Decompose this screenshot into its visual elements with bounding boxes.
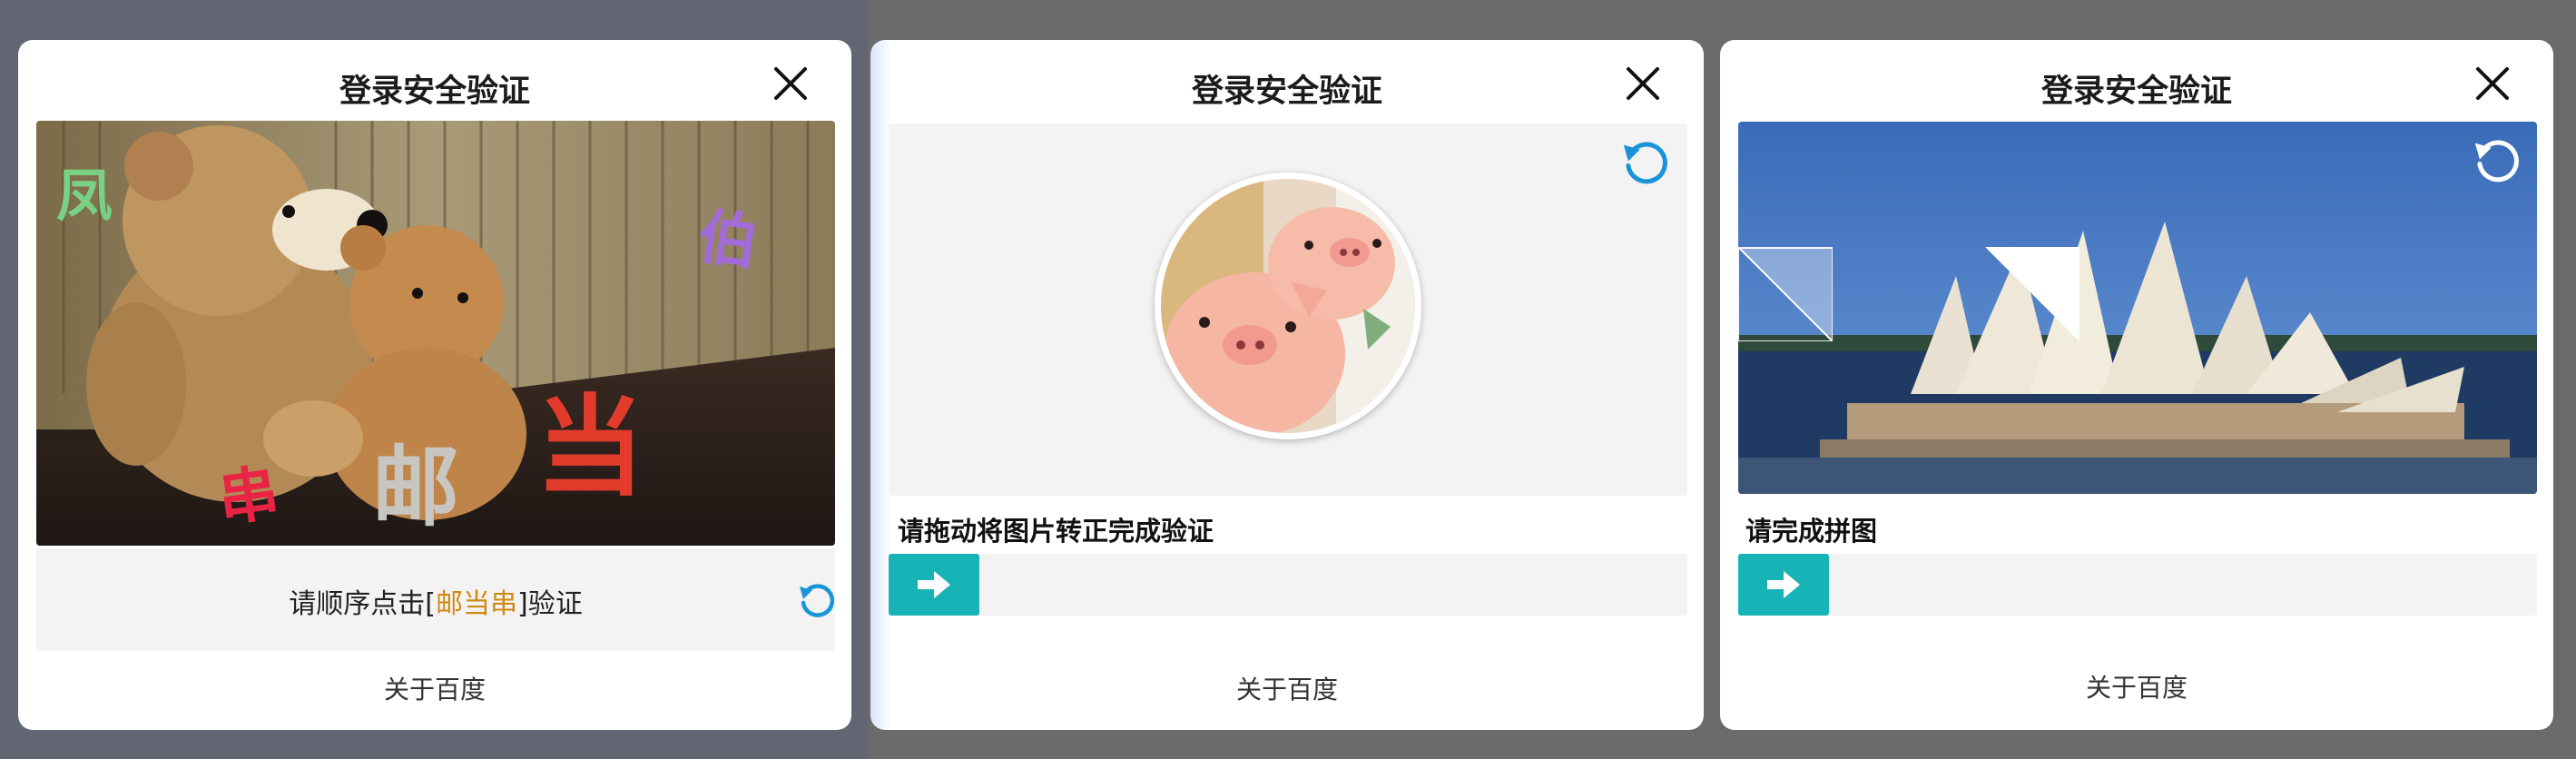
captcha-char-1[interactable]: 凤 xyxy=(56,150,113,232)
panel-title: 登录安全验证 xyxy=(339,74,530,110)
instruction-text: 请拖动将图片转正完成验证 xyxy=(898,516,1214,547)
instruction-prefix: 请顺序点击[ xyxy=(289,588,436,620)
puzzle-piece-shape xyxy=(1739,248,1832,340)
opera-house-image xyxy=(1738,122,2537,494)
instruction-suffix: ]验证 xyxy=(517,588,583,620)
panel-title: 登录安全验证 xyxy=(1191,74,1382,110)
rotate-image-frame[interactable] xyxy=(1155,172,1421,439)
pig-plush-image xyxy=(1161,179,1415,433)
close-button[interactable] xyxy=(771,64,811,104)
arrow-right-icon xyxy=(918,571,950,598)
captcha-panel-rotate: 登录安全验证 请拖动将图片转正完成验证 关于百度 xyxy=(870,40,1704,730)
slider-track[interactable] xyxy=(889,554,1687,616)
refresh-button[interactable] xyxy=(1620,138,1671,192)
refresh-icon xyxy=(2474,140,2519,182)
puzzle-target-slot xyxy=(1985,247,2079,341)
refresh-button[interactable] xyxy=(2472,136,2522,191)
slider-handle[interactable] xyxy=(1738,554,1829,616)
about-baidu-link[interactable]: 关于百度 xyxy=(870,670,1704,706)
refresh-icon xyxy=(1623,142,1667,184)
close-button[interactable] xyxy=(2473,64,2512,104)
puzzle-slot-shape xyxy=(1985,247,2079,341)
instruction-target-chars: 邮当串 xyxy=(436,588,517,620)
refresh-icon xyxy=(800,584,835,617)
instruction-text: 请顺序点击[邮当串]验证 xyxy=(36,581,835,621)
rotate-image-area xyxy=(889,123,1687,496)
captcha-char-2[interactable]: 伯 xyxy=(693,188,765,282)
captcha-char-5[interactable]: 邮 xyxy=(372,417,459,543)
instruction-bar: 请顺序点击[邮当串]验证 xyxy=(36,548,835,651)
captcha-char-3[interactable]: 当 xyxy=(536,359,644,517)
panel-title: 登录安全验证 xyxy=(2040,74,2232,110)
refresh-button[interactable] xyxy=(797,581,837,625)
slider-track[interactable] xyxy=(1738,554,2537,616)
close-icon xyxy=(774,67,807,100)
captcha-panel-puzzle: 登录安全验证 请完成拼图 关于百度 xyxy=(1720,40,2553,730)
close-button[interactable] xyxy=(1623,64,1663,104)
instruction-text: 请完成拼图 xyxy=(1745,516,1878,547)
captcha-char-4[interactable]: 串 xyxy=(212,444,284,538)
close-icon xyxy=(2476,67,2509,100)
puzzle-piece[interactable] xyxy=(1738,247,1833,341)
slider-handle[interactable] xyxy=(889,554,979,616)
close-icon xyxy=(1627,67,1659,100)
arrow-right-icon xyxy=(1767,571,1800,598)
about-baidu-link[interactable]: 关于百度 xyxy=(1720,668,2553,705)
puzzle-image-area xyxy=(1738,122,2537,494)
captcha-image[interactable]: 凤 伯 当 串 邮 xyxy=(36,121,835,546)
about-baidu-link[interactable]: 关于百度 xyxy=(18,670,851,706)
captcha-panel-click-order: 登录安全验证 凤 伯 当 串 邮 请顺序点击[邮当串]验证 关于百度 xyxy=(18,40,851,730)
